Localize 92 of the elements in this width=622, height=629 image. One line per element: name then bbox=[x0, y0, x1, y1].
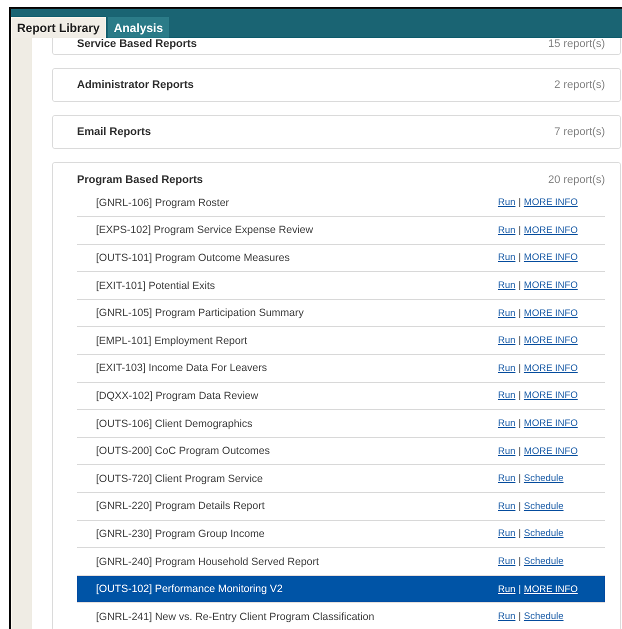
run-link[interactable]: Run bbox=[498, 224, 516, 236]
link-separator: | bbox=[518, 224, 521, 236]
report-count: 2 report(s) bbox=[554, 78, 605, 91]
run-link[interactable]: Run bbox=[498, 252, 516, 264]
run-link[interactable]: Run bbox=[498, 528, 516, 540]
report-row[interactable]: [OUTS-200] CoC Program Outcomes Run | MORE INFO bbox=[77, 438, 605, 466]
report-link[interactable]: MORE INFO bbox=[524, 224, 578, 236]
report-count: 15 report(s) bbox=[548, 38, 605, 50]
report-row[interactable]: [EMPL-101] Employment Report Run | MORE INFO bbox=[77, 327, 605, 356]
report-name: [EXIT-103] Income Data For Leavers bbox=[96, 362, 268, 374]
tab[interactable]: Report Library bbox=[11, 17, 106, 38]
report-name: [GNRL-106] Program Roster bbox=[96, 196, 230, 209]
link-separator: | bbox=[518, 500, 521, 512]
report-link[interactable]: MORE INFO bbox=[524, 252, 578, 264]
link-separator: | bbox=[518, 280, 521, 292]
report-row[interactable]: [EXPS-102] Program Service Expense Review Run | MORE INFO bbox=[77, 217, 605, 245]
run-link[interactable]: Run bbox=[498, 308, 516, 319]
report-name: [GNRL-230] Program Group Income bbox=[96, 528, 266, 540]
report-name: [OUTS-200] CoC Program Outcomes bbox=[96, 445, 271, 458]
report-name: [OUTS-102] Performance Monitoring V2 bbox=[96, 583, 284, 596]
run-link[interactable]: Run bbox=[498, 584, 516, 595]
link-separator: | bbox=[518, 390, 521, 402]
link-separator: | bbox=[518, 556, 521, 567]
link-separator: | bbox=[518, 418, 521, 430]
run-link[interactable]: Run bbox=[498, 611, 516, 622]
link-separator: | bbox=[518, 362, 521, 374]
report-link[interactable]: MORE INFO bbox=[524, 280, 578, 292]
section-title: Program Based Reports bbox=[77, 174, 203, 186]
run-link[interactable]: Run bbox=[498, 500, 516, 512]
report-row[interactable]: [DQXX-102] Program Data Review Run | MORE INFO bbox=[77, 382, 605, 410]
report-link[interactable]: Schedule bbox=[524, 528, 564, 540]
link-separator: | bbox=[518, 584, 521, 595]
run-link[interactable]: Run bbox=[498, 335, 516, 346]
run-link[interactable]: Run bbox=[498, 362, 516, 374]
report-link[interactable]: MORE INFO bbox=[524, 362, 578, 374]
link-separator: | bbox=[518, 335, 521, 346]
report-link[interactable]: Schedule bbox=[524, 556, 564, 567]
run-link[interactable]: Run bbox=[498, 418, 516, 430]
report-row[interactable]: [GNRL-106] Program Roster Run | MORE INFO bbox=[77, 189, 605, 218]
tab[interactable]: Analysis bbox=[108, 17, 170, 38]
report-link[interactable]: MORE INFO bbox=[524, 335, 578, 346]
report-link[interactable]: Schedule bbox=[524, 611, 564, 622]
report-row[interactable]: [OUTS-106] Client Demographics Run | MORE INFO bbox=[77, 410, 605, 438]
report-row[interactable]: [GNRL-230] Program Group Income Run | Schedule bbox=[77, 520, 605, 548]
report-row[interactable]: [OUTS-102] Performance Monitoring V2 Run | MORE INFO bbox=[77, 576, 605, 604]
report-link[interactable]: MORE INFO bbox=[524, 584, 578, 595]
link-separator: | bbox=[518, 446, 521, 457]
report-row[interactable]: [GNRL-105] Program Participation Summary Run | MORE INFO bbox=[77, 300, 605, 328]
report-name: [EMPL-101] Employment Report bbox=[96, 334, 248, 347]
report-count: 20 report(s) bbox=[548, 174, 605, 186]
report-link[interactable]: MORE INFO bbox=[524, 446, 578, 457]
report-link[interactable]: MORE INFO bbox=[524, 390, 578, 402]
report-row[interactable]: [EXIT-101] Potential Exits Run | MORE INFO bbox=[77, 272, 605, 300]
run-link[interactable]: Run bbox=[498, 446, 516, 457]
run-link[interactable]: Run bbox=[498, 473, 516, 484]
report-name: [EXPS-102] Program Service Expense Review bbox=[96, 224, 314, 236]
report-count: 7 report(s) bbox=[554, 126, 605, 138]
report-row[interactable]: [EXIT-103] Income Data For Leavers Run | MORE INFO bbox=[77, 355, 605, 383]
link-separator: | bbox=[518, 308, 521, 319]
link-separator: | bbox=[518, 528, 521, 540]
report-name: [OUTS-101] Program Outcome Measures bbox=[96, 252, 291, 264]
run-link[interactable]: Run bbox=[498, 197, 516, 208]
report-name: [GNRL-240] Program Household Served Report bbox=[96, 556, 320, 568]
report-name: [GNRL-241] New vs. Re-Entry Client Program Classification bbox=[96, 610, 376, 623]
run-link[interactable]: Run bbox=[498, 390, 516, 402]
report-name: [GNRL-105] Program Participation Summary bbox=[96, 307, 305, 320]
report-link[interactable]: Schedule bbox=[524, 500, 564, 512]
report-name: [GNRL-220] Program Details Report bbox=[96, 500, 266, 512]
report-row[interactable]: [GNRL-241] New vs. Re-Entry Client Program Classification Run | Schedule bbox=[77, 603, 605, 629]
run-link[interactable]: Run bbox=[498, 556, 516, 567]
report-name: [OUTS-720] Client Program Service bbox=[96, 472, 264, 485]
report-row[interactable]: [OUTS-720] Client Program Service Run | Schedule bbox=[77, 465, 605, 494]
report-row[interactable]: [GNRL-220] Program Details Report Run | Schedule bbox=[77, 493, 605, 521]
report-link[interactable]: MORE INFO bbox=[524, 197, 578, 208]
link-separator: | bbox=[518, 252, 521, 264]
report-link[interactable]: Schedule bbox=[524, 473, 564, 484]
section-title: Email Reports bbox=[77, 126, 151, 138]
report-name: [EXIT-101] Potential Exits bbox=[96, 280, 216, 292]
link-separator: | bbox=[518, 473, 521, 484]
link-separator: | bbox=[518, 611, 521, 622]
section-title: Administrator Reports bbox=[77, 78, 194, 91]
report-link[interactable]: MORE INFO bbox=[524, 418, 578, 430]
report-name: [OUTS-106] Client Demographics bbox=[96, 418, 254, 430]
run-link[interactable]: Run bbox=[498, 280, 516, 292]
section-title: Service Based Reports bbox=[77, 38, 197, 50]
report-name: [DQXX-102] Program Data Review bbox=[96, 390, 260, 402]
section-card[interactable]: Email Reports 7 report(s) bbox=[52, 115, 621, 150]
report-link[interactable]: MORE INFO bbox=[524, 308, 578, 319]
section-card[interactable]: Service Based Reports 15 report(s) bbox=[52, 38, 621, 55]
link-separator: | bbox=[518, 197, 521, 208]
report-row[interactable]: [OUTS-101] Program Outcome Measures Run | MORE INFO bbox=[77, 244, 605, 272]
section-card[interactable]: Administrator Reports 2 report(s) bbox=[52, 68, 621, 102]
